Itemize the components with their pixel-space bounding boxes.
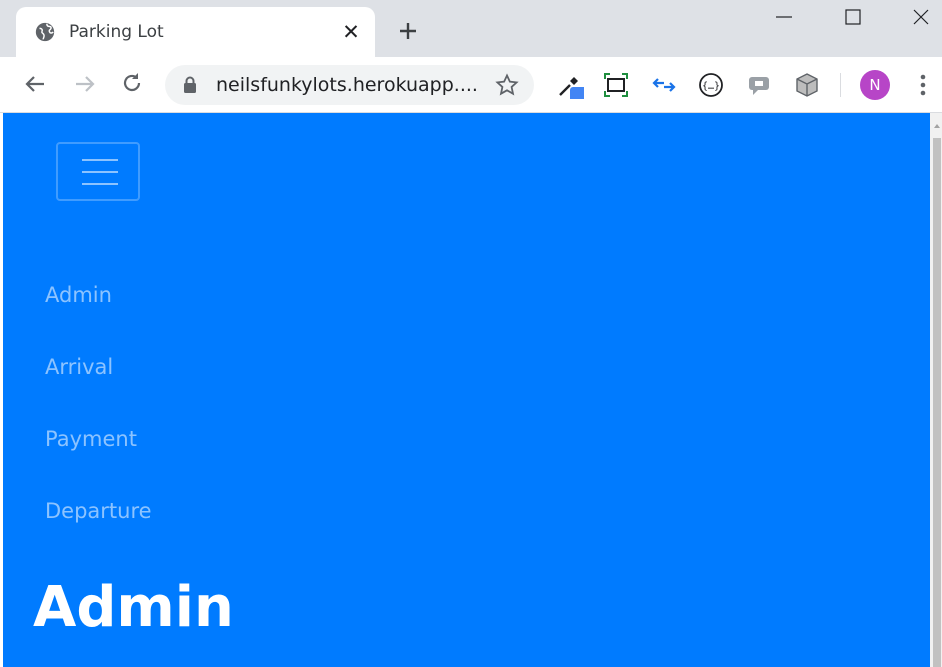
svg-text:{…}: {…} bbox=[702, 81, 720, 92]
close-tab-icon[interactable]: ✕ bbox=[341, 21, 361, 43]
more-menu-icon[interactable] bbox=[911, 71, 935, 99]
chat-extension-icon[interactable] bbox=[745, 71, 773, 99]
browser-toolbar: neilsfunkylots.herokuapp.... {…} N bbox=[0, 57, 942, 113]
minimize-icon[interactable] bbox=[773, 6, 795, 28]
globe-icon bbox=[35, 22, 55, 42]
eyedropper-extension-icon[interactable] bbox=[556, 71, 584, 99]
close-window-icon[interactable] bbox=[910, 6, 932, 28]
forward-arrow-icon[interactable] bbox=[70, 70, 98, 98]
nav-link-departure[interactable]: Departure bbox=[45, 497, 152, 525]
scroll-up-arrow-icon[interactable] bbox=[933, 116, 941, 134]
url-text: neilsfunkylots.herokuapp.... bbox=[216, 74, 478, 96]
profile-avatar[interactable]: N bbox=[860, 70, 890, 100]
cube-extension-icon[interactable] bbox=[793, 71, 821, 99]
hamburger-line-icon bbox=[82, 159, 118, 161]
hamburger-line-icon bbox=[82, 171, 118, 173]
reload-icon[interactable] bbox=[118, 70, 146, 98]
page-content: Admin Arrival Payment Departure Admin bbox=[3, 113, 930, 667]
nav-link-payment[interactable]: Payment bbox=[45, 425, 137, 453]
maximize-icon[interactable] bbox=[842, 6, 864, 28]
nav-link-arrival[interactable]: Arrival bbox=[45, 353, 113, 381]
tab-title: Parking Lot bbox=[69, 22, 164, 42]
screenshot-extension-icon[interactable] bbox=[602, 71, 630, 99]
new-tab-icon[interactable] bbox=[396, 19, 420, 43]
back-arrow-icon[interactable] bbox=[22, 70, 50, 98]
address-bar[interactable]: neilsfunkylots.herokuapp.... bbox=[165, 65, 534, 105]
json-viewer-extension-icon[interactable]: {…} bbox=[697, 71, 725, 99]
nav-link-admin[interactable]: Admin bbox=[45, 281, 112, 309]
swap-arrows-extension-icon[interactable] bbox=[650, 71, 678, 99]
page-title: Admin bbox=[33, 575, 234, 640]
bookmark-star-icon[interactable] bbox=[495, 73, 519, 97]
browser-tab[interactable]: Parking Lot ✕ bbox=[16, 7, 375, 57]
scrollbar-thumb[interactable] bbox=[933, 138, 941, 667]
navbar-toggler-button[interactable] bbox=[56, 142, 140, 201]
browser-tab-strip: Parking Lot ✕ bbox=[0, 0, 942, 57]
toolbar-separator bbox=[840, 73, 841, 97]
hamburger-line-icon bbox=[82, 183, 118, 185]
lock-icon bbox=[184, 76, 196, 93]
